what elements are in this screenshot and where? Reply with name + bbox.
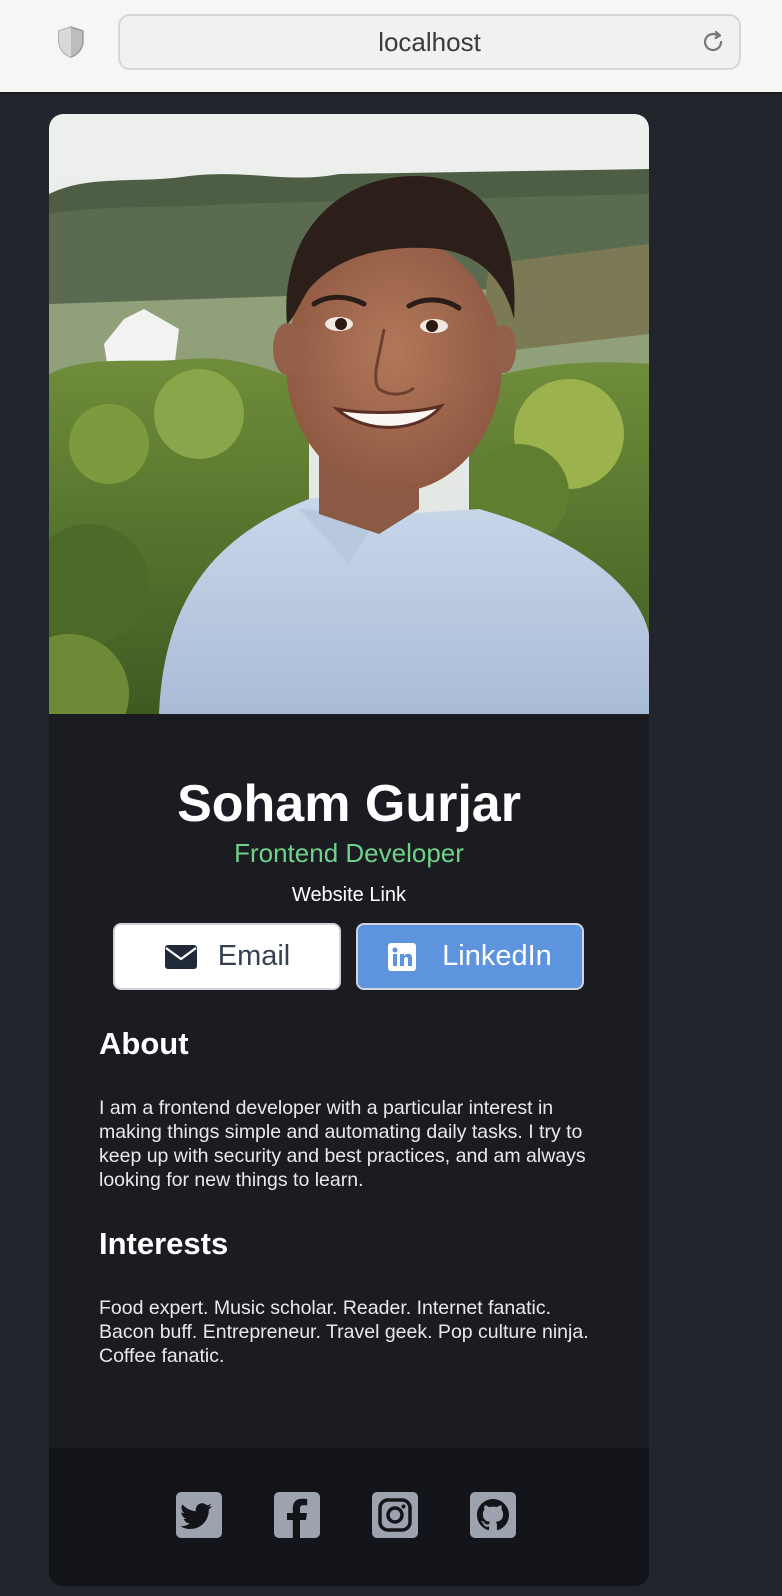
browser-toolbar: localhost — [0, 0, 782, 94]
shield-icon[interactable] — [56, 25, 86, 59]
linkedin-icon — [388, 942, 422, 971]
interests-heading: Interests — [99, 1226, 229, 1261]
facebook-icon[interactable] — [274, 1492, 320, 1538]
email-button-label: Email — [217, 940, 291, 972]
profile-photo — [49, 114, 649, 714]
linkedin-button-label: LinkedIn — [442, 940, 552, 972]
profile-role: Frontend Developer — [234, 838, 464, 868]
reload-icon[interactable] — [699, 28, 727, 56]
address-bar[interactable]: localhost — [118, 14, 741, 70]
profile-name: Soham Gurjar — [177, 775, 521, 833]
github-icon[interactable] — [470, 1492, 516, 1538]
profile-card: Soham Gurjar Frontend Developer Website … — [49, 114, 649, 1586]
website-link[interactable]: Website Link — [49, 884, 649, 907]
twitter-icon[interactable] — [176, 1492, 222, 1538]
about-heading: About — [99, 1026, 189, 1061]
email-button[interactable]: Email — [113, 923, 341, 990]
card-footer — [49, 1448, 649, 1586]
linkedin-button[interactable]: LinkedIn — [356, 923, 584, 990]
interests-text: Food expert. Music scholar. Reader. Inte… — [99, 1297, 589, 1367]
url-text: localhost — [378, 26, 481, 57]
about-text: I am a frontend developer with a particu… — [99, 1097, 586, 1191]
envelope-icon — [164, 943, 198, 971]
instagram-icon[interactable] — [372, 1492, 418, 1538]
